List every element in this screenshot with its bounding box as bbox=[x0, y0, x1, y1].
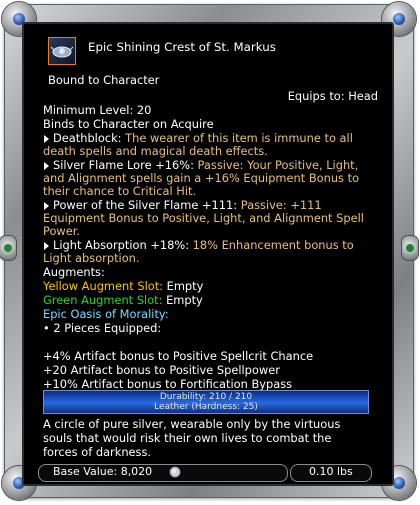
effect-desc: Passive: +111 bbox=[240, 198, 322, 212]
bullet-triangle-icon bbox=[44, 241, 49, 250]
augments-header: Augments: bbox=[43, 265, 105, 279]
effect-desc: 18% Enhancement bonus to bbox=[192, 238, 354, 252]
base-value: Base Value: 8,020 bbox=[53, 465, 153, 478]
equip-slot: Equips to: Head bbox=[287, 89, 378, 103]
durability-bar: Durability: 210 / 210 Leather (Hardness:… bbox=[43, 390, 369, 414]
binding-status: Bound to Character bbox=[48, 73, 160, 87]
effect-desc: Equipment Bonus to Positive, Light, and … bbox=[43, 211, 364, 225]
set-bonus: +20 Artifact bonus to Positive Spellpowe… bbox=[43, 363, 280, 377]
effect-desc: their chance to Critical Hit. bbox=[43, 184, 197, 198]
effect-name: Power of the Silver Flame +111: bbox=[53, 198, 238, 212]
bullet-triangle-icon bbox=[44, 161, 49, 170]
binds-on: Binds to Character on Acquire bbox=[43, 117, 214, 131]
base-value-bar: Base Value: 8,020 bbox=[38, 464, 288, 482]
effect-name: Deathblock: bbox=[53, 131, 122, 145]
weight-bar: 0.10 lbs bbox=[290, 464, 372, 482]
set-pieces: • 2 Pieces Equipped: bbox=[43, 321, 162, 335]
effect-desc: death spells and magical death effects. bbox=[43, 144, 268, 158]
augment-slot-value: Empty bbox=[166, 293, 203, 307]
set-bonus: +4% Artifact bonus to Positive Spellcrit… bbox=[43, 349, 314, 363]
augment-slot-value: Empty bbox=[166, 279, 204, 293]
silver-crest-icon bbox=[48, 37, 76, 65]
item-weight: 0.10 lbs bbox=[309, 465, 353, 478]
augment-slot-yellow: Yellow Augment Slot: Empty bbox=[43, 280, 203, 293]
item-description: A circle of pure silver, wearable only b… bbox=[43, 417, 341, 431]
frame-side-gem-right bbox=[402, 236, 418, 260]
effect-name: Silver Flame Lore +16%: bbox=[53, 158, 194, 172]
augment-slot-green: Green Augment Slot: Empty bbox=[43, 294, 203, 307]
item-description: forces of darkness. bbox=[43, 445, 152, 459]
durability-label: Durability: 210 / 210 bbox=[159, 392, 253, 402]
bullet-triangle-icon bbox=[44, 201, 49, 210]
augment-slot-label: Yellow Augment Slot: bbox=[43, 279, 164, 293]
material-label: Leather (Hardness: 25) bbox=[154, 402, 258, 412]
platinum-coin-icon bbox=[169, 466, 181, 482]
effect-desc: Passive: Your Positive, Light, bbox=[197, 158, 359, 172]
bullet-triangle-icon bbox=[44, 134, 49, 143]
effect-desc: Light absorption. bbox=[43, 251, 140, 265]
effect-name: Light Absorption +18%: bbox=[53, 238, 190, 252]
augment-slot-label: Green Augment Slot: bbox=[43, 293, 163, 307]
item-name: Epic Shining Crest of St. Markus bbox=[88, 40, 276, 54]
frame-side-gem-left bbox=[0, 236, 16, 260]
minimum-level: Minimum Level: 20 bbox=[43, 103, 152, 117]
effect-desc: Power. bbox=[43, 224, 81, 238]
effect-desc: The wearer of this item is immune to all bbox=[125, 131, 353, 145]
item-description: souls that would risk their own lives to… bbox=[43, 431, 332, 445]
set-name: Epic Oasis of Morality: bbox=[43, 307, 169, 321]
